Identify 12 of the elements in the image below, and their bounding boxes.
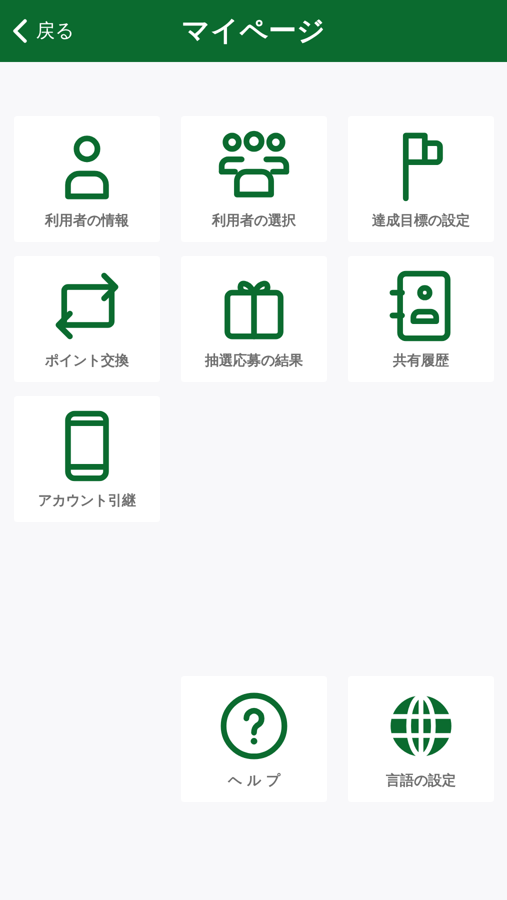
menu-tile[interactable]: 言語の設定 (348, 676, 494, 802)
back-button[interactable]: 戻る (0, 11, 74, 51)
menu-tile[interactable]: 達成目標の設定 (348, 116, 494, 242)
page-title: マイページ (182, 13, 326, 49)
menu-tile[interactable]: アカウント引継 (14, 396, 160, 522)
menu-tile[interactable]: 共有履歴 (348, 256, 494, 382)
menu-tile[interactable]: 利用者の選択 (181, 116, 327, 242)
menu-tile[interactable]: 抽選応募の結果 (181, 256, 327, 382)
menu-tile[interactable]: ヘ ル プ (181, 676, 327, 802)
back-chevron-icon (12, 18, 28, 44)
menu-tile[interactable]: 利用者の情報 (14, 116, 160, 242)
menu-tile[interactable]: ポイント交換 (14, 256, 160, 382)
